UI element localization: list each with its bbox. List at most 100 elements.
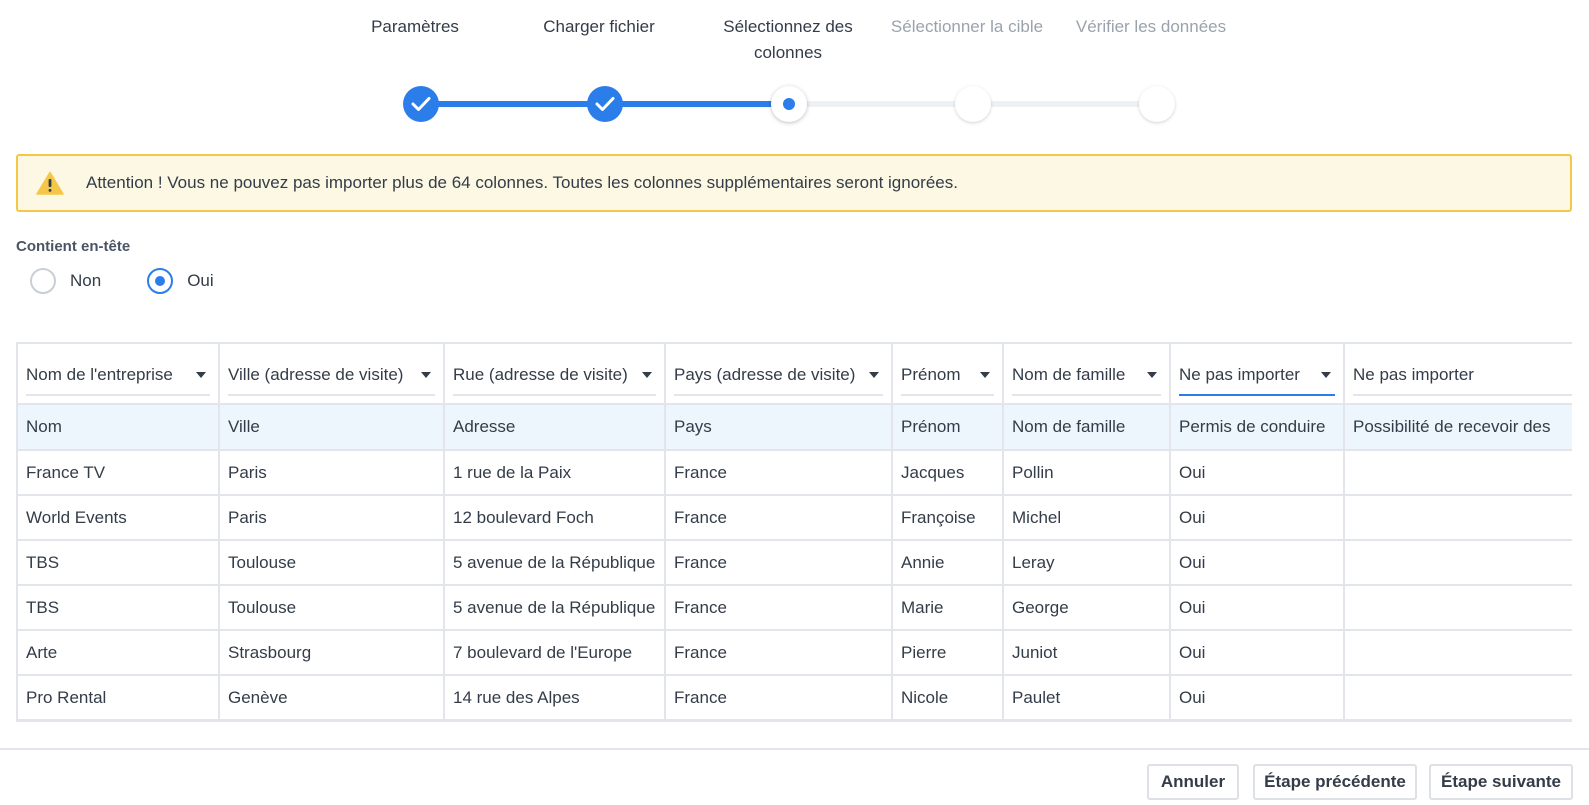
table-cell: 12 boulevard Foch bbox=[444, 495, 666, 541]
table-cell: Pierre bbox=[892, 630, 1004, 676]
table-cell: France bbox=[665, 540, 893, 586]
step-label-selectionnez-colonnes: Sélectionnez des colonnes bbox=[723, 17, 853, 62]
column-mapping-select[interactable]: Ne pas importer bbox=[1353, 356, 1572, 396]
table-cell: Oui bbox=[1170, 495, 1345, 541]
table-cell: George bbox=[1003, 585, 1171, 631]
step-label-parametres: Paramètres bbox=[371, 17, 459, 36]
column-mapping-select[interactable]: Ville (adresse de visite) bbox=[228, 356, 435, 396]
table-cell: Paulet bbox=[1003, 675, 1171, 720]
table-cell: France bbox=[665, 585, 893, 631]
table-row: France TV Paris 1 rue de la Paix France … bbox=[18, 450, 1572, 496]
table-cell: Toulouse bbox=[219, 540, 445, 586]
table-cell: 14 rue des Alpes bbox=[444, 675, 666, 720]
import-stepper: Paramètres Charger fichier Sélectionnez … bbox=[0, 0, 1589, 125]
column-mapping-select[interactable]: Pays (adresse de visite) bbox=[674, 356, 883, 396]
table-cell: Pro Rental bbox=[18, 675, 220, 720]
table-cell bbox=[1344, 540, 1572, 586]
mapping-value: Ville (adresse de visite) bbox=[228, 364, 404, 384]
mapping-value: Ne pas importer bbox=[1353, 364, 1474, 384]
warning-text: Attention ! Vous ne pouvez pas importer … bbox=[86, 173, 958, 192]
mapping-cell: Nom de famille bbox=[1003, 344, 1171, 405]
header-cell: Nom de famille bbox=[1003, 404, 1171, 451]
mapping-cell: Rue (adresse de visite) bbox=[444, 344, 666, 405]
table-cell bbox=[1344, 585, 1572, 631]
column-mapping-select[interactable]: Prénom bbox=[901, 356, 994, 396]
step-connector-1 bbox=[421, 101, 601, 107]
caret-down-icon bbox=[1147, 371, 1157, 378]
table-cell: 5 avenue de la République bbox=[444, 585, 666, 631]
step-label-verifier-donnees: Vérifier les données bbox=[1075, 17, 1227, 36]
step-indicator-2 bbox=[587, 86, 623, 122]
table-cell: Toulouse bbox=[219, 585, 445, 631]
radio-oui[interactable]: Oui bbox=[147, 268, 214, 294]
mapping-cell: Nom de l'entreprise bbox=[18, 344, 220, 405]
table-cell: Oui bbox=[1170, 585, 1345, 631]
mapping-value: Ne pas importer bbox=[1179, 364, 1300, 384]
step-indicator-5 bbox=[1139, 86, 1175, 122]
table-cell: Leray bbox=[1003, 540, 1171, 586]
mapping-cell: Prénom bbox=[892, 344, 1004, 405]
mapping-cell: Pays (adresse de visite) bbox=[665, 344, 893, 405]
table-row: Pro Rental Genève 14 rue des Alpes Franc… bbox=[18, 675, 1572, 720]
header-cell: Pays bbox=[665, 404, 893, 451]
step-label-charger-fichier: Charger fichier bbox=[543, 17, 655, 36]
table-cell: Jacques bbox=[892, 450, 1004, 496]
column-limit-warning: Attention ! Vous ne pouvez pas importer … bbox=[16, 154, 1572, 212]
radio-oui-label[interactable]: Oui bbox=[187, 271, 213, 291]
next-step-button[interactable]: Étape suivante bbox=[1429, 764, 1573, 800]
table-cell: Strasbourg bbox=[219, 630, 445, 676]
mapping-cell: Ne pas importer bbox=[1344, 344, 1572, 405]
table-cell: Françoise bbox=[892, 495, 1004, 541]
warning-icon bbox=[36, 171, 64, 195]
column-mapping-select[interactable]: Ne pas importer bbox=[1179, 356, 1335, 396]
table-cell bbox=[1344, 675, 1572, 720]
checkmark-icon bbox=[595, 97, 615, 111]
previous-step-button[interactable]: Étape précédente bbox=[1253, 764, 1417, 800]
table-cell: Juniot bbox=[1003, 630, 1171, 676]
checkmark-icon bbox=[411, 97, 431, 111]
step-connector-4 bbox=[973, 101, 1153, 107]
column-mapping-table: Nom de l'entreprise Ville (adresse de vi… bbox=[16, 342, 1572, 722]
cancel-button[interactable]: Annuler bbox=[1147, 764, 1239, 800]
table-cell: Arte bbox=[18, 630, 220, 676]
table-cell: Paris bbox=[219, 495, 445, 541]
radio-non-circle[interactable] bbox=[30, 268, 56, 294]
header-cell: Adresse bbox=[444, 404, 666, 451]
table-cell: Paris bbox=[219, 450, 445, 496]
column-mapping-select[interactable]: Rue (adresse de visite) bbox=[453, 356, 656, 396]
header-cell: Nom bbox=[18, 404, 220, 451]
mapping-value: Rue (adresse de visite) bbox=[453, 364, 628, 384]
table-cell: France TV bbox=[18, 450, 220, 496]
step-connector-2 bbox=[605, 101, 785, 107]
contains-header-radio-group: Non Oui bbox=[30, 268, 260, 294]
radio-non-label[interactable]: Non bbox=[70, 271, 101, 291]
mapping-value: Nom de l'entreprise bbox=[26, 364, 173, 384]
mapping-value: Pays (adresse de visite) bbox=[674, 364, 856, 384]
table-cell: Pollin bbox=[1003, 450, 1171, 496]
column-mapping-select[interactable]: Nom de l'entreprise bbox=[26, 356, 210, 396]
table-row: TBS Toulouse 5 avenue de la République F… bbox=[18, 540, 1572, 586]
radio-non[interactable]: Non bbox=[30, 268, 101, 294]
caret-down-icon bbox=[421, 371, 431, 378]
header-cell: Permis de conduire bbox=[1170, 404, 1345, 451]
table-row: Arte Strasbourg 7 boulevard de l'Europe … bbox=[18, 630, 1572, 676]
caret-down-icon bbox=[1321, 371, 1331, 378]
step-connector-3 bbox=[789, 101, 969, 107]
table-cell: Annie bbox=[892, 540, 1004, 586]
step-indicator-1 bbox=[403, 86, 439, 122]
table-cell: Michel bbox=[1003, 495, 1171, 541]
table-cell: Nicole bbox=[892, 675, 1004, 720]
caret-down-icon bbox=[642, 371, 652, 378]
table-cell bbox=[1344, 630, 1572, 676]
table-cell: 1 rue de la Paix bbox=[444, 450, 666, 496]
radio-oui-circle[interactable] bbox=[147, 268, 174, 294]
table-cell: Marie bbox=[892, 585, 1004, 631]
footer-divider bbox=[0, 748, 1589, 750]
header-cell: Prénom bbox=[892, 404, 1004, 451]
mapping-value: Prénom bbox=[901, 364, 961, 384]
caret-down-icon bbox=[869, 371, 879, 378]
column-mapping-select[interactable]: Nom de famille bbox=[1012, 356, 1161, 396]
header-cell: Ville bbox=[219, 404, 445, 451]
table-cell: Genève bbox=[219, 675, 445, 720]
table-cell: France bbox=[665, 630, 893, 676]
